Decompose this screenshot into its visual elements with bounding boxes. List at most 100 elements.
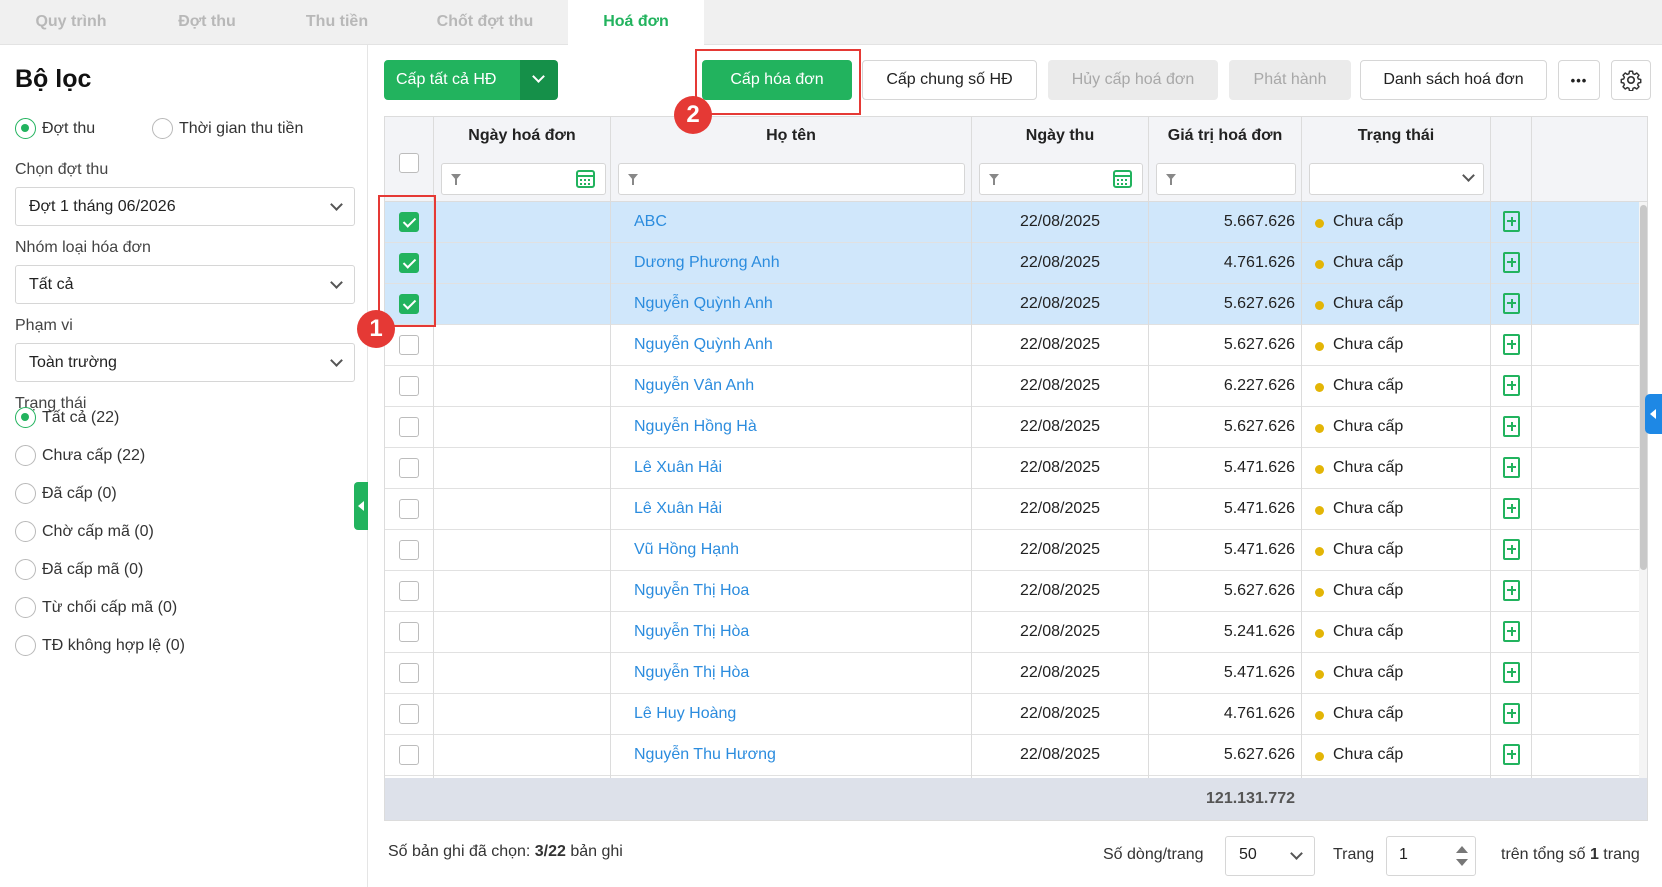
period-select[interactable]: Đợt 1 tháng 06/2026: [15, 187, 355, 226]
row-checkbox[interactable]: [399, 704, 419, 724]
add-document-icon[interactable]: [1503, 375, 1520, 396]
calendar-icon[interactable]: [1113, 170, 1132, 188]
add-document-icon[interactable]: [1503, 539, 1520, 560]
stepper-down-icon[interactable]: [1456, 859, 1468, 866]
issue-all-button[interactable]: Cấp tất cả HĐ: [384, 60, 520, 100]
tab-dot-thu[interactable]: Đợt thu: [142, 0, 272, 45]
table-row[interactable]: ABC 22/08/2025 5.667.626 Chưa cấp: [385, 202, 1647, 243]
publish-button[interactable]: Phát hành: [1229, 60, 1351, 100]
add-document-icon[interactable]: [1503, 662, 1520, 683]
settings-button[interactable]: [1611, 60, 1651, 100]
add-document-icon[interactable]: [1503, 293, 1520, 314]
status-radio-4[interactable]: Đã cấp mã (0): [15, 559, 143, 580]
table-row[interactable]: Nguyễn Thị Hoa 22/08/2025 5.627.626 Chưa cấ…: [385, 571, 1647, 612]
row-checkbox[interactable]: [399, 417, 419, 437]
status-radio-5[interactable]: Từ chối cấp mã (0): [15, 597, 177, 618]
more-options-button[interactable]: •••: [1558, 60, 1600, 100]
table-row[interactable]: Nguyễn Quỳnh Anh 22/08/2025 5.627.626 Chưa …: [385, 284, 1647, 325]
invoice-group-select[interactable]: Tất cả: [15, 265, 355, 304]
add-document-icon[interactable]: [1503, 621, 1520, 642]
status-radio-0[interactable]: Tất cả (22): [15, 407, 119, 428]
expand-right-panel-tab[interactable]: [1645, 394, 1662, 434]
scope-select[interactable]: Toàn trường: [15, 343, 355, 382]
status-radio-3[interactable]: Chờ cấp mã (0): [15, 521, 154, 542]
cell-full-name-link[interactable]: Nguyễn Quỳnh Anh: [634, 336, 773, 354]
row-checkbox[interactable]: [399, 540, 419, 560]
cell-full-name-link[interactable]: Nguyễn Vân Anh: [634, 377, 754, 395]
cell-full-name-link[interactable]: Nguyễn Thị Hoa: [634, 582, 749, 600]
collapse-sidebar-handle[interactable]: [354, 482, 368, 530]
cell-full-name-link[interactable]: Nguyễn Hồng Hà: [634, 418, 757, 436]
cell-full-name-link[interactable]: Dương Phương Anh: [634, 254, 780, 272]
mode-radio-thoi-gian[interactable]: Thời gian thu tiền: [152, 118, 303, 139]
row-checkbox[interactable]: [399, 376, 419, 396]
status-filter-select[interactable]: [1309, 163, 1484, 195]
row-checkbox[interactable]: [399, 581, 419, 601]
cell-full-name-link[interactable]: Lê Huy Hoàng: [634, 705, 736, 723]
status-radio-1[interactable]: Chưa cấp (22): [15, 445, 145, 466]
mode-label-dot-thu: Đợt thu: [42, 119, 96, 137]
issue-common-number-button[interactable]: Cấp chung số HĐ: [862, 60, 1037, 100]
tab-thu-tien[interactable]: Thu tiền: [272, 0, 402, 45]
rows-per-page-select[interactable]: 50: [1225, 836, 1315, 876]
cell-full-name-link[interactable]: Nguyễn Thu Hương: [634, 746, 776, 764]
tab-chot-dot-thu[interactable]: Chốt đợt thu: [402, 0, 568, 45]
table-row[interactable]: Lê Xuân Hải 22/08/2025 5.471.626 Chưa cấp: [385, 448, 1647, 489]
cell-full-name-link[interactable]: Nguyễn Quỳnh Anh: [634, 295, 773, 313]
add-document-icon[interactable]: [1503, 252, 1520, 273]
add-document-icon[interactable]: [1503, 580, 1520, 601]
row-checkbox[interactable]: [399, 458, 419, 478]
table-row[interactable]: Nguyễn Quỳnh Anh 22/08/2025 5.627.626 Chưa …: [385, 325, 1647, 366]
select-all-checkbox[interactable]: [399, 153, 419, 173]
table-row[interactable]: Nguyễn Thu Hương 22/08/2025 5.627.626 Chưa …: [385, 735, 1647, 776]
table-row[interactable]: Lê Huy Hoàng 22/08/2025 4.761.626 Chưa cấp: [385, 694, 1647, 735]
table-row[interactable]: Nguyễn Hồng Hà 22/08/2025 5.627.626 Chưa cấ…: [385, 407, 1647, 448]
cell-collect-date: 22/08/2025: [1019, 295, 1101, 312]
rows-per-page-label: Số dòng/trang: [1103, 846, 1204, 863]
row-checkbox[interactable]: [399, 663, 419, 683]
tab-quy-trinh[interactable]: Quy trình: [0, 0, 142, 45]
row-checkbox[interactable]: [399, 622, 419, 642]
cell-full-name-link[interactable]: Lê Xuân Hải: [634, 500, 722, 518]
add-document-icon[interactable]: [1503, 334, 1520, 355]
status-radio-2[interactable]: Đã cấp (0): [15, 483, 117, 504]
full-name-filter[interactable]: [618, 163, 965, 195]
cell-status: Chưa cấp: [1333, 459, 1404, 476]
cell-invoice-value: 5.471.626: [1223, 459, 1295, 476]
add-document-icon[interactable]: [1503, 703, 1520, 724]
add-document-icon[interactable]: [1503, 457, 1520, 478]
cell-invoice-value: 5.627.626: [1223, 582, 1295, 599]
cell-full-name-link[interactable]: Vũ Hồng Hạnh: [634, 541, 739, 559]
cell-full-name-link[interactable]: Lê Xuân Hải: [634, 459, 722, 477]
tab-hoa-don[interactable]: Hoá đơn: [568, 0, 704, 46]
table-row[interactable]: Lê Xuân Hải 22/08/2025 5.471.626 Chưa cấp: [385, 489, 1647, 530]
status-radio-6[interactable]: TĐ không hợp lệ (0): [15, 635, 185, 656]
row-checkbox[interactable]: [399, 745, 419, 765]
cell-full-name-link[interactable]: Nguyễn Thị Hòa: [634, 623, 749, 641]
add-document-icon[interactable]: [1503, 211, 1520, 232]
invoice-date-filter[interactable]: [441, 163, 606, 195]
table-row[interactable]: Dương Phương Anh 22/08/2025 4.761.626 Chưa …: [385, 243, 1647, 284]
add-document-icon[interactable]: [1503, 416, 1520, 437]
invoice-value-filter[interactable]: [1156, 163, 1296, 195]
annotation-highlight-checkboxes: [378, 195, 436, 327]
collect-date-filter[interactable]: [979, 163, 1143, 195]
add-document-icon[interactable]: [1503, 744, 1520, 765]
row-checkbox[interactable]: [399, 335, 419, 355]
issue-all-dropdown-button[interactable]: [520, 60, 558, 100]
cell-full-name-link[interactable]: ABC: [634, 213, 667, 231]
calendar-icon[interactable]: [576, 170, 595, 188]
stepper-up-icon[interactable]: [1456, 846, 1468, 853]
mode-radio-dot-thu[interactable]: Đợt thu: [15, 118, 95, 139]
table-row[interactable]: Nguyễn Vân Anh 22/08/2025 6.227.626 Chưa cấ…: [385, 366, 1647, 407]
table-row[interactable]: Nguyễn Thị Hòa 22/08/2025 5.471.626 Chưa cấ…: [385, 653, 1647, 694]
invoice-list-button[interactable]: Danh sách hoá đơn: [1360, 60, 1547, 100]
table-row[interactable]: Nguyễn Thị Hòa 22/08/2025 5.241.626 Chưa cấ…: [385, 612, 1647, 653]
cell-full-name-link[interactable]: Nguyễn Thị Hòa: [634, 664, 749, 682]
row-checkbox[interactable]: [399, 499, 419, 519]
page-number-input[interactable]: 1: [1386, 836, 1476, 876]
add-document-icon[interactable]: [1503, 498, 1520, 519]
grid-scrollbar-thumb[interactable]: [1640, 205, 1647, 570]
cancel-issue-button[interactable]: Hủy cấp hoá đơn: [1048, 60, 1218, 100]
table-row[interactable]: Vũ Hồng Hạnh 22/08/2025 5.471.626 Chưa cấp: [385, 530, 1647, 571]
